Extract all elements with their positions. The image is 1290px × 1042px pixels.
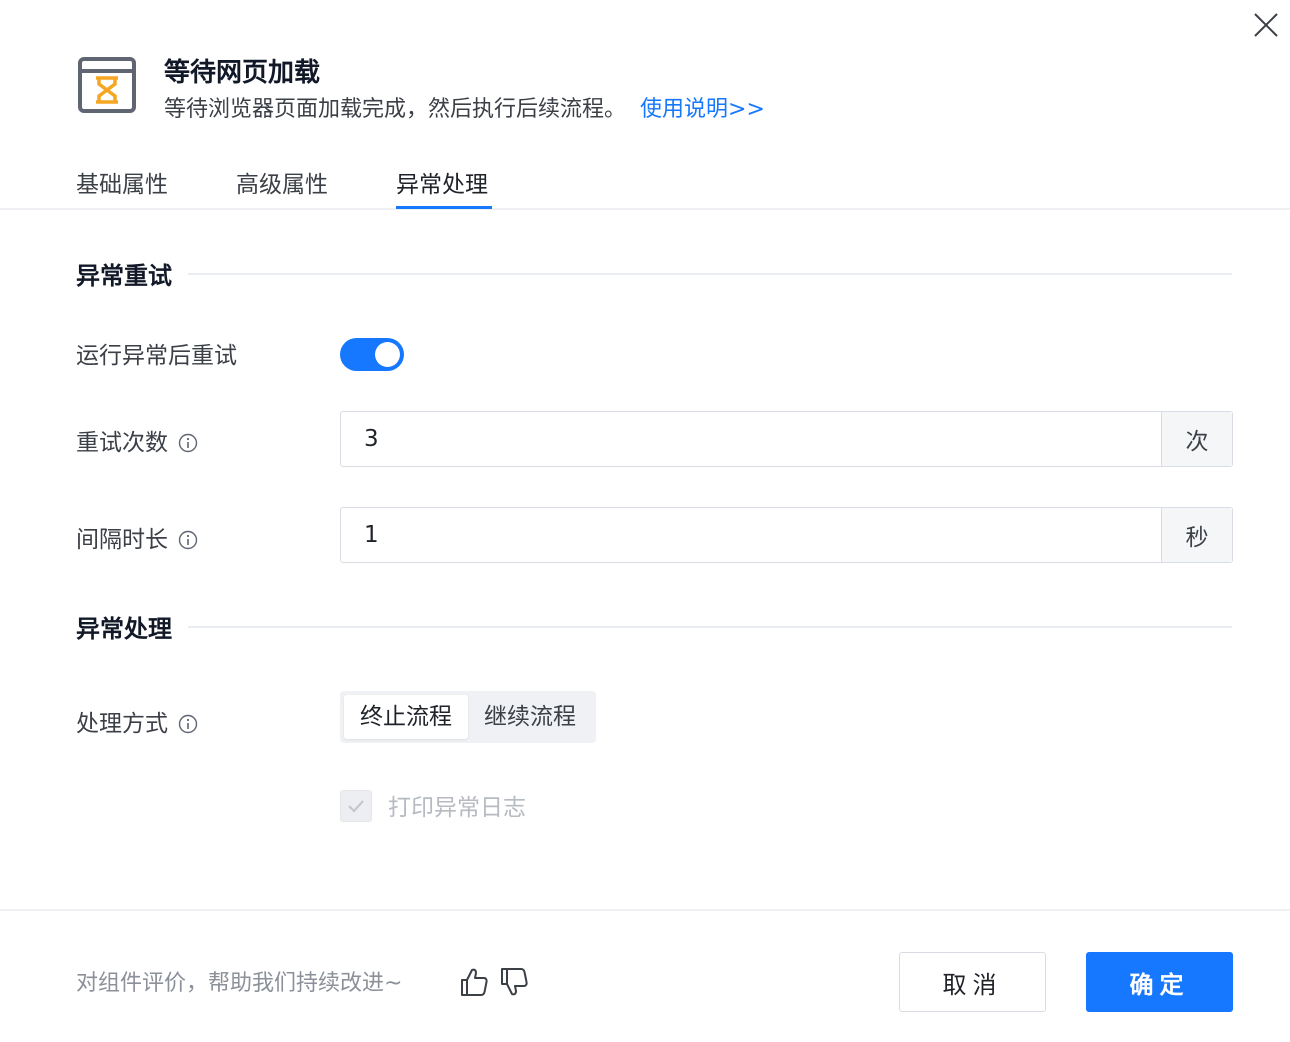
tab-exception-handling[interactable]: 异常处理 xyxy=(396,168,488,202)
retry-count-field: 次 xyxy=(340,411,1233,467)
info-icon[interactable] xyxy=(178,530,198,550)
tab-basic-properties[interactable]: 基础属性 xyxy=(76,168,168,202)
option-continue-flow[interactable]: 继续流程 xyxy=(468,695,592,739)
feedback-text: 对组件评价，帮助我们持续改进~ xyxy=(76,971,403,996)
dislike-button[interactable] xyxy=(499,966,529,998)
retry-count-label: 重试次数 xyxy=(76,427,198,459)
info-icon[interactable] xyxy=(178,433,198,453)
retry-toggle-label: 运行异常后重试 xyxy=(76,340,237,372)
component-description: 等待浏览器页面加载完成，然后执行后续流程。 使用说明>> xyxy=(164,94,765,126)
close-button[interactable] xyxy=(1249,8,1283,42)
interval-unit: 秒 xyxy=(1161,508,1232,562)
close-icon xyxy=(1254,13,1278,37)
interval-field: 秒 xyxy=(340,507,1233,563)
interval-label-text: 间隔时长 xyxy=(76,527,168,553)
interval-label: 间隔时长 xyxy=(76,524,198,556)
cancel-button[interactable]: 取消 xyxy=(899,952,1046,1012)
handling-method-label-text: 处理方式 xyxy=(76,711,168,737)
description-text: 等待浏览器页面加载完成，然后执行后续流程。 xyxy=(164,97,627,122)
confirm-button[interactable]: 确定 xyxy=(1086,952,1233,1012)
hourglass-window-icon xyxy=(78,57,136,113)
section-title-handling: 异常处理 xyxy=(76,615,172,643)
handling-method-selector: 终止流程 继续流程 xyxy=(340,691,596,743)
section-divider xyxy=(188,626,1232,628)
help-link[interactable]: 使用说明>> xyxy=(640,97,765,122)
interval-input[interactable] xyxy=(341,508,1161,562)
tab-advanced-properties[interactable]: 高级属性 xyxy=(236,168,328,202)
section-title-retry: 异常重试 xyxy=(76,262,172,290)
print-log-checkbox[interactable] xyxy=(340,790,372,822)
print-log-label: 打印异常日志 xyxy=(388,795,526,821)
retry-count-input[interactable] xyxy=(341,412,1161,466)
like-button[interactable] xyxy=(459,966,489,998)
thumbs-up-icon xyxy=(461,968,488,996)
info-icon[interactable] xyxy=(178,714,198,734)
footer-divider xyxy=(0,909,1290,911)
toggle-knob xyxy=(375,342,400,367)
retry-count-label-text: 重试次数 xyxy=(76,430,168,456)
section-divider xyxy=(188,273,1232,275)
retry-toggle-label-text: 运行异常后重试 xyxy=(76,343,237,369)
active-tab-indicator xyxy=(396,206,492,209)
tab-bar: 基础属性 高级属性 异常处理 xyxy=(0,160,1290,210)
component-icon xyxy=(78,57,136,113)
thumbs-down-icon xyxy=(501,968,528,996)
option-stop-flow[interactable]: 终止流程 xyxy=(344,695,468,739)
retry-count-unit: 次 xyxy=(1161,412,1232,466)
retry-toggle[interactable] xyxy=(340,338,404,371)
handling-method-label: 处理方式 xyxy=(76,708,198,740)
check-icon xyxy=(348,800,364,813)
component-title: 等待网页加载 xyxy=(164,58,321,88)
